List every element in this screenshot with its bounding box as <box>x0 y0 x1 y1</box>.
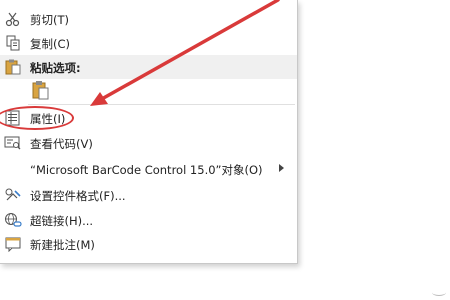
menu-item-copy[interactable]: 复制(C) <box>0 31 297 55</box>
new-comment-icon <box>4 236 22 253</box>
format-control-label: 设置控件格式(F)... <box>30 189 126 203</box>
hyperlink-label: 超链接(H)... <box>30 214 94 228</box>
format-control-icon <box>4 187 22 203</box>
cut-label: 剪切(T) <box>30 13 69 27</box>
paste-option-button[interactable] <box>30 79 52 101</box>
menu-item-format-control[interactable]: 设置控件格式(F)... <box>0 183 297 207</box>
clipboard-icon <box>4 59 22 75</box>
submenu-arrow-icon <box>279 164 284 172</box>
menu-item-cut[interactable]: 剪切(T) <box>0 7 297 31</box>
menu-item-object[interactable]: “Microsoft BarCode Control 15.0”对象(O) <box>0 157 297 181</box>
menu-item-new-comment[interactable]: 新建批注(M) <box>0 232 297 256</box>
corner-mark <box>432 289 446 296</box>
copy-icon <box>4 35 22 51</box>
view-code-label: 查看代码(V) <box>30 137 93 151</box>
menu-item-hyperlink[interactable]: 超链接(H)... <box>0 208 297 232</box>
copy-label: 复制(C) <box>30 37 71 51</box>
new-comment-label: 新建批注(M) <box>30 238 95 252</box>
context-menu: 剪切(T) 复制(C) 粘贴选项: 属性(I) 查看代码(V) “Microso… <box>0 0 298 264</box>
object-label: “Microsoft BarCode Control 15.0”对象(O) <box>30 163 263 177</box>
menu-separator <box>28 104 295 105</box>
hyperlink-icon <box>4 212 22 228</box>
view-code-icon <box>4 135 22 151</box>
paste-options-label: 粘贴选项: <box>30 61 81 75</box>
menu-item-view-code[interactable]: 查看代码(V) <box>0 131 297 155</box>
paste-options-header: 粘贴选项: <box>0 55 297 79</box>
scissors-icon <box>4 11 22 27</box>
paste-clipboard-icon <box>32 81 49 100</box>
